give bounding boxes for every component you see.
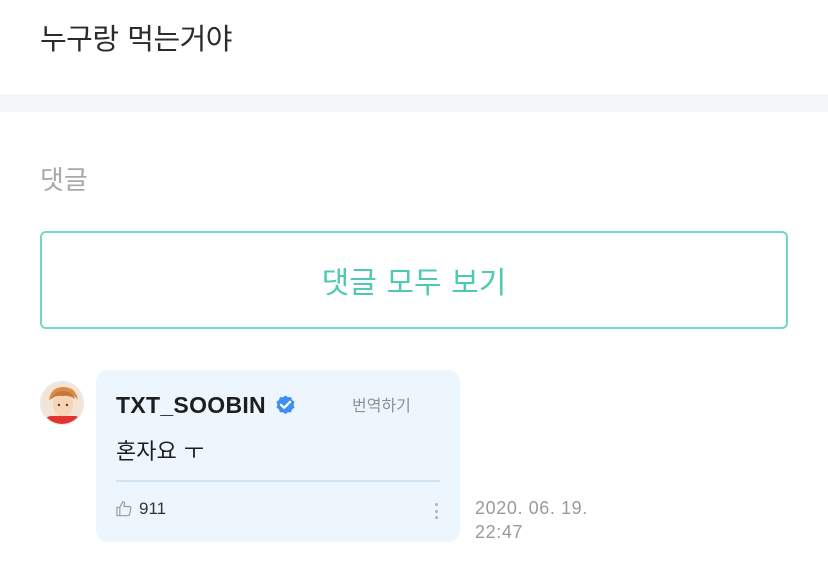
- avatar[interactable]: [40, 381, 84, 425]
- thumbs-up-icon: [116, 501, 132, 517]
- comment-author[interactable]: TXT_SOOBIN: [116, 392, 297, 419]
- verified-badge-icon: [274, 394, 297, 417]
- comment-timestamp: 2020. 06. 19. 22:47: [475, 496, 588, 544]
- like-button[interactable]: 911: [114, 499, 166, 519]
- comment-body: 혼자요 ㅜ: [116, 440, 204, 465]
- view-all-comments-button[interactable]: 댓글 모두 보기: [40, 231, 788, 329]
- comment-date: 2020. 06. 19.: [475, 498, 588, 518]
- post-text: 누구랑 먹는거야: [40, 22, 232, 56]
- avatar-image: [41, 382, 83, 424]
- comment-bubble: TXT_SOOBIN 번역하기 혼자요 ㅜ 911: [96, 370, 460, 542]
- like-count: 911: [139, 499, 167, 518]
- more-options-button[interactable]: [430, 500, 442, 522]
- translate-button[interactable]: 번역하기: [352, 392, 411, 416]
- author-name[interactable]: TXT_SOOBIN: [116, 392, 266, 419]
- comment-divider: [116, 480, 440, 482]
- comment-time: 22:47: [475, 522, 524, 542]
- more-vertical-icon: [434, 503, 438, 506]
- comments-section-title: 댓글: [40, 166, 88, 196]
- section-divider: [0, 94, 828, 112]
